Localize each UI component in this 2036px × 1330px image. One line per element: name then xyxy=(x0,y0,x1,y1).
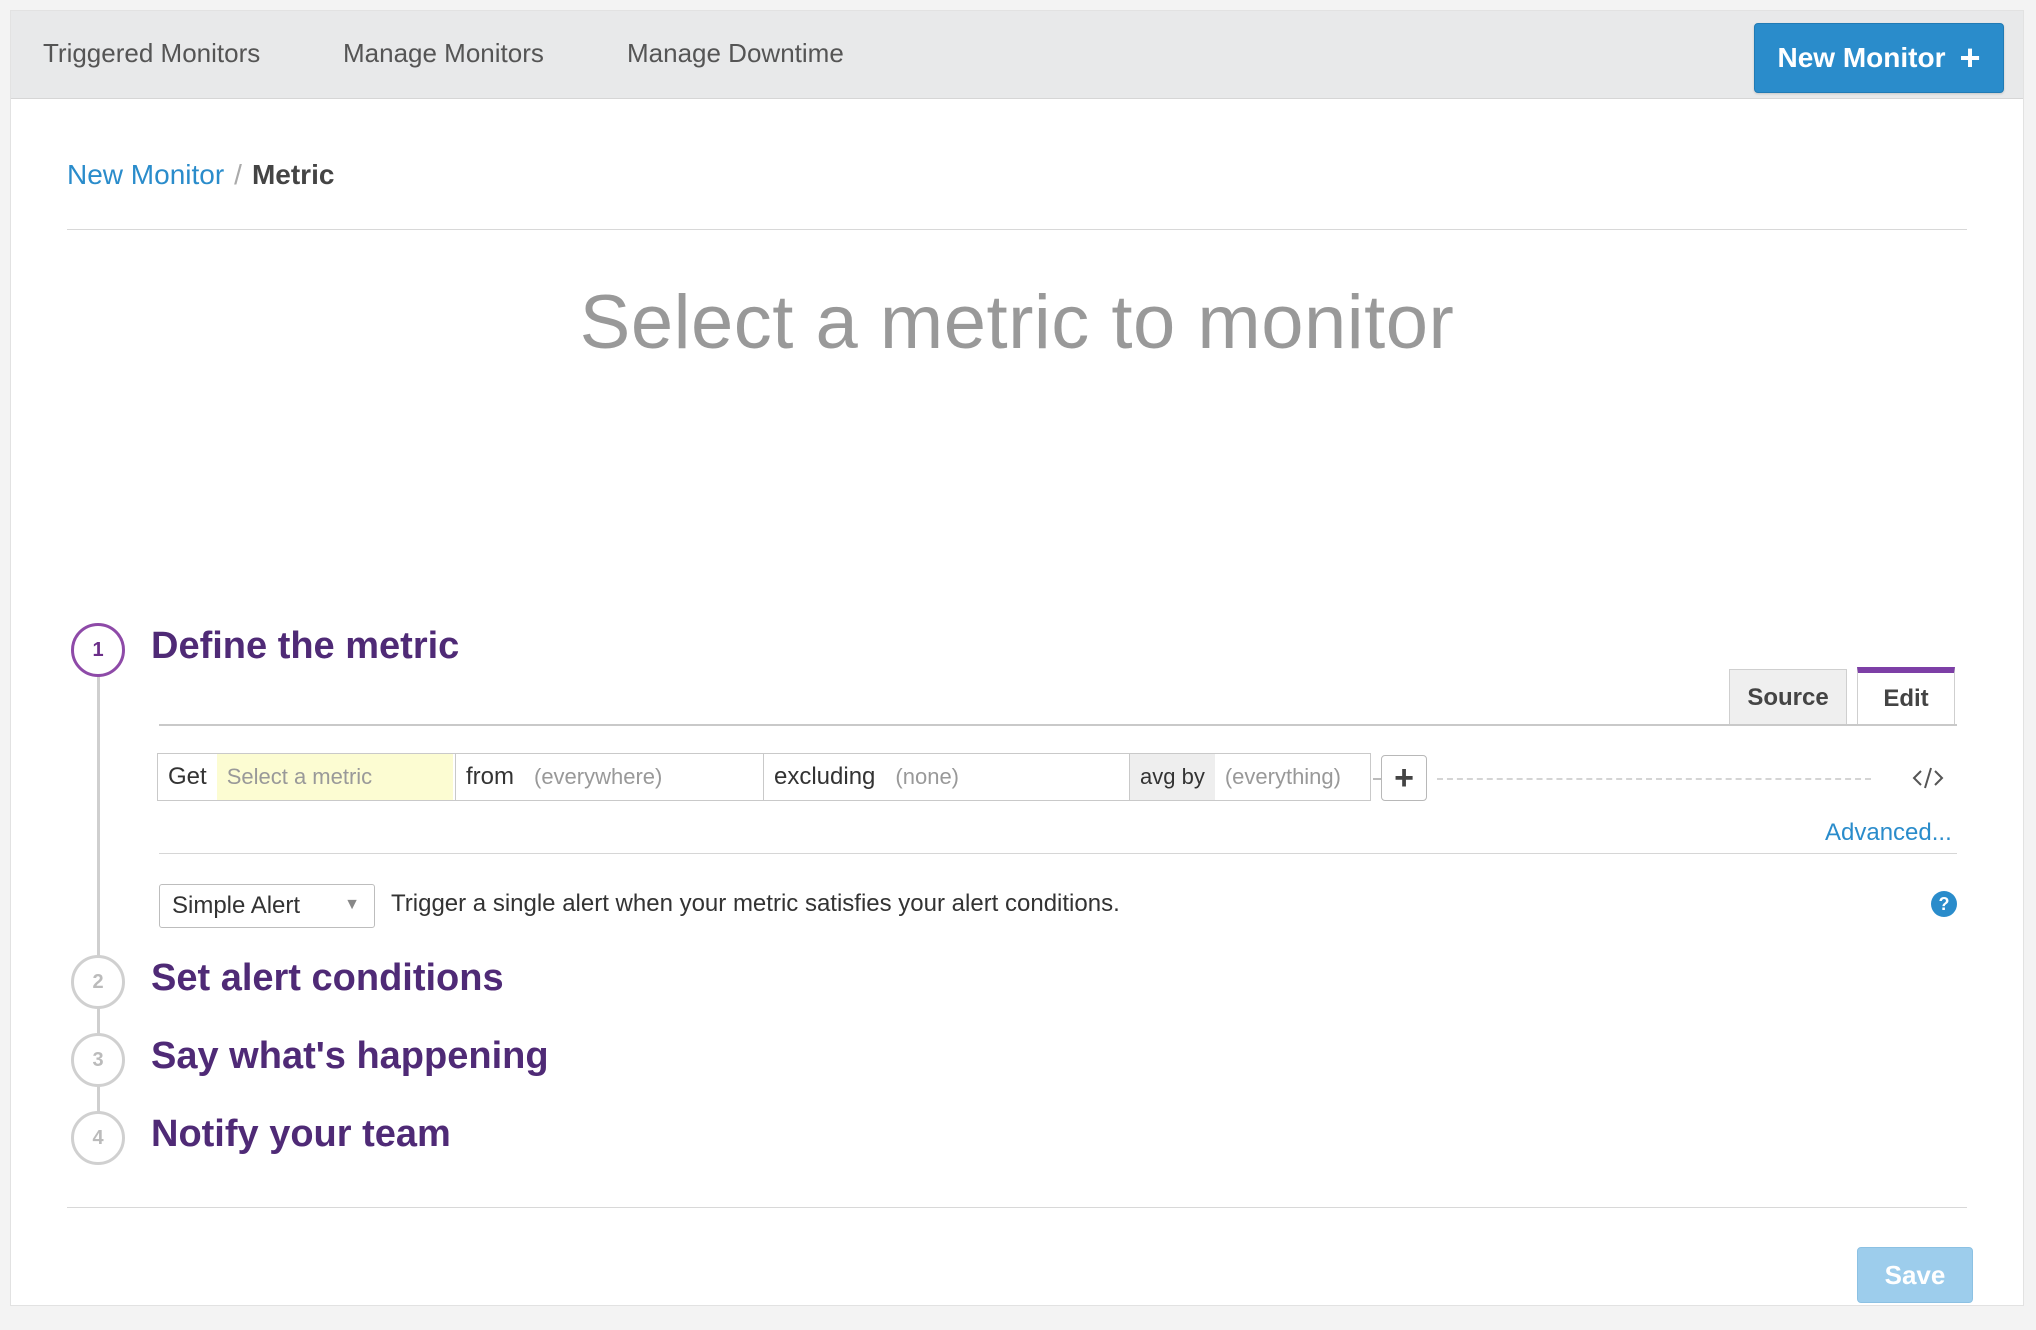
new-monitor-label: New Monitor xyxy=(1777,42,1946,73)
query-get-segment[interactable]: Get Select a metric xyxy=(158,754,456,800)
query-avg-by-label[interactable]: avg by xyxy=(1130,754,1215,800)
help-icon[interactable]: ? xyxy=(1931,891,1957,917)
breadcrumb: New Monitor / Metric xyxy=(67,159,334,191)
alert-type-description: Trigger a single alert when your metric … xyxy=(391,890,1120,917)
nav-manage-downtime[interactable]: Manage Downtime xyxy=(627,38,844,69)
nav-manage-monitors[interactable]: Manage Monitors xyxy=(343,38,544,69)
breadcrumb-separator: / xyxy=(234,159,242,190)
step-2-title[interactable]: Set alert conditions xyxy=(151,957,504,1000)
query-excluding-segment[interactable]: excluding (none) xyxy=(764,754,1130,800)
query-from-label: from xyxy=(466,763,514,790)
tab-source[interactable]: Source xyxy=(1729,669,1847,725)
new-monitor-button[interactable]: New Monitor + xyxy=(1754,23,2004,93)
nav-triggered-monitors[interactable]: Triggered Monitors xyxy=(43,38,260,69)
add-icon: + xyxy=(1394,758,1414,797)
metric-select-input[interactable]: Select a metric xyxy=(216,754,453,800)
page-title: Select a metric to monitor xyxy=(579,280,1455,365)
query-from-segment[interactable]: from (everywhere) xyxy=(456,754,764,800)
query-excluding-label: excluding xyxy=(774,763,876,790)
query-dashed-line xyxy=(1437,778,1871,780)
tab-edit[interactable]: Edit xyxy=(1857,667,1955,725)
step-4-badge: 4 xyxy=(71,1111,125,1165)
alert-type-select[interactable]: Simple Alert ▼ xyxy=(159,884,375,928)
breadcrumb-new-monitor-link[interactable]: New Monitor xyxy=(67,159,224,190)
advanced-link[interactable]: Advanced... xyxy=(1825,819,1952,847)
step-4-title[interactable]: Notify your team xyxy=(151,1113,451,1156)
step-2-badge: 2 xyxy=(71,955,125,1009)
step-1-title[interactable]: Define the metric xyxy=(151,625,459,668)
breadcrumb-current: Metric xyxy=(251,159,335,190)
footer-divider xyxy=(67,1207,1967,1208)
code-icon[interactable] xyxy=(1911,763,1945,793)
query-excluding-value[interactable]: (none) xyxy=(885,764,969,790)
tab-divider xyxy=(159,724,1957,726)
header-divider xyxy=(67,229,1967,230)
query-from-value[interactable]: (everywhere) xyxy=(524,764,672,790)
query-avg-by-value[interactable]: (everything) xyxy=(1215,764,1351,790)
top-navbar: Triggered Monitors Manage Monitors Manag… xyxy=(11,11,2023,99)
alert-type-value: Simple Alert xyxy=(172,892,301,919)
query-divider xyxy=(159,853,1957,854)
query-get-label: Get xyxy=(168,763,207,790)
chevron-down-icon: ▼ xyxy=(344,896,360,913)
step-3-badge: 3 xyxy=(71,1033,125,1087)
add-function-button[interactable]: + xyxy=(1381,755,1427,801)
plus-icon: + xyxy=(1959,37,1981,78)
step-3-title[interactable]: Say what's happening xyxy=(151,1035,549,1078)
step-1-badge: 1 xyxy=(71,623,125,677)
metric-query-builder: Get Select a metric from (everywhere) ex… xyxy=(157,753,1371,801)
query-avg-by-segment[interactable]: avg by (everything) xyxy=(1130,754,1370,800)
save-button[interactable]: Save xyxy=(1857,1247,1973,1303)
app-frame: Triggered Monitors Manage Monitors Manag… xyxy=(10,10,2024,1306)
